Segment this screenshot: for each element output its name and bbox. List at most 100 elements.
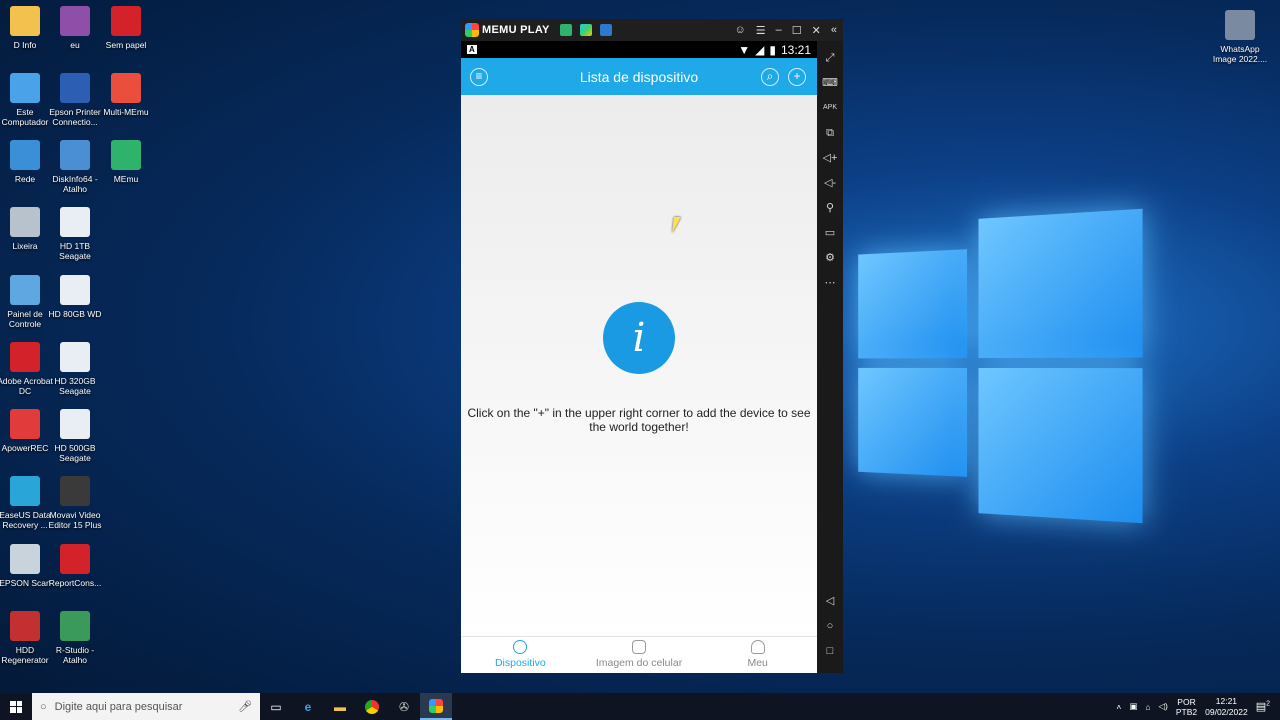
desktop-icon[interactable]: Movavi Video Editor 15 Plus (46, 476, 104, 530)
winrar-icon (60, 6, 90, 36)
memu-icon (111, 140, 141, 170)
desktop-icon[interactable]: Sem papel (97, 6, 155, 50)
memu-taskbar-icon[interactable] (420, 693, 452, 720)
desktop-icon-label: Epson Printer Connectio... (49, 107, 101, 127)
taskbar: ○ Digite aqui para pesquisar 🎤︎ ▭ e ▬ ✇ … (0, 693, 1280, 720)
volume-icon[interactable]: ◁) (1159, 701, 1168, 712)
easeus-icon (10, 476, 40, 506)
battery-icon: ▮ (769, 42, 776, 57)
tab-label: Dispositivo (494, 657, 546, 669)
desktop-icon[interactable]: DiskInfo64 - Atalho (46, 140, 104, 194)
tablet-icon (632, 640, 646, 654)
status-time: 13:21 (780, 42, 811, 57)
edge-icon[interactable]: e (292, 693, 324, 720)
signal-icon: ◢ (755, 42, 765, 57)
notification-center-icon[interactable]: ▤2 (1256, 700, 1270, 713)
folder-icon[interactable]: ▭ (822, 225, 838, 241)
recent-apps-icon[interactable]: □ (822, 643, 838, 659)
tab-dispositivo[interactable]: Dispositivo (461, 637, 580, 673)
memu-logo: MEMU PLAY (465, 23, 550, 37)
minimize-icon[interactable]: – (776, 24, 782, 37)
apk-icon[interactable]: APK (822, 100, 838, 116)
bottom-navigation: Dispositivo Imagem do celular Meu (461, 636, 817, 673)
maximize-icon[interactable]: ☐ (792, 24, 802, 37)
taskbar-clock[interactable]: 12:21 09/02/2022 (1205, 696, 1248, 718)
notification-a-icon: A (467, 45, 477, 54)
menu-icon[interactable]: ☰ (756, 24, 766, 37)
volume-down-icon[interactable]: ◁- (822, 175, 838, 191)
desktop-icon-label: eu (70, 40, 80, 50)
apowerrec-icon (10, 409, 40, 439)
emulator-titlebar[interactable]: MEMU PLAY ☺ ☰ – ☐ ✕ « (461, 19, 843, 41)
desktop-icon[interactable]: Multi-MEmu (97, 73, 155, 117)
chrome-icon[interactable] (356, 693, 388, 720)
running-app-icon[interactable] (599, 24, 612, 36)
tab-meu[interactable]: Meu (698, 637, 817, 673)
desktop-icon-label: R-Studio - Atalho (55, 645, 95, 665)
desktop-icon[interactable]: HD 1TB Seagate (46, 207, 104, 261)
multi-window-icon[interactable]: ⧉ (822, 125, 838, 141)
desktop-icon-label: WhatsApp Image 2022.... (1212, 44, 1268, 64)
more-icon[interactable]: ⋯ (822, 275, 838, 291)
tab-label: Imagem do celular (595, 657, 683, 669)
account-icon[interactable]: ☺ (735, 24, 746, 37)
android-status-bar: A ▼ ◢ ▮ 13:21 (461, 41, 817, 58)
fullscreen-icon[interactable]: ⤢ (822, 50, 838, 66)
start-button[interactable] (0, 693, 32, 720)
file-explorer-icon[interactable]: ▬ (324, 693, 356, 720)
desktop-icon[interactable]: eu (46, 6, 104, 50)
microphone-icon[interactable]: 🎤︎ (238, 700, 252, 713)
windows-icon (10, 700, 22, 713)
image-file-icon (1225, 10, 1255, 40)
wifi-icon: ▼ (738, 42, 751, 57)
network-icon (10, 140, 40, 170)
folder-user-icon (10, 6, 40, 36)
desktop-icon[interactable]: Epson Printer Connectio... (46, 73, 104, 127)
desktop-icon[interactable]: HD 80GB WD (46, 275, 104, 319)
pdf-icon (60, 544, 90, 574)
taskbar-search[interactable]: ○ Digite aqui para pesquisar 🎤︎ (32, 693, 260, 720)
play-store-icon[interactable] (579, 24, 592, 36)
desktop-icon[interactable]: HD 500GB Seagate (46, 409, 104, 463)
settings-icon[interactable]: ⚙ (822, 250, 838, 266)
tray-app-icon[interactable]: ▣ (1129, 701, 1137, 712)
search-icon[interactable]: ⌕ (761, 68, 779, 86)
device-list-empty: i Click on the "+" in the upper right co… (461, 95, 817, 636)
emulator-brand: MEMU PLAY (482, 24, 550, 36)
rstudio-icon (60, 611, 90, 641)
epson-printer-icon (60, 73, 90, 103)
recycle-bin-icon (10, 207, 40, 237)
desktop-icon[interactable]: R-Studio - Atalho (46, 611, 104, 665)
desktop-icon-label: DiskInfo64 - Atalho (52, 174, 98, 194)
android-app-icon[interactable] (559, 24, 572, 36)
desktop-icon[interactable]: ReportCons... (46, 544, 104, 588)
drive-icon (60, 275, 90, 305)
keyboard-icon[interactable]: ⌨ (822, 75, 838, 91)
tab-imagem-do-celular[interactable]: Imagem do celular (580, 637, 699, 673)
hdd-regenerator-icon (10, 611, 40, 641)
volume-up-icon[interactable]: ◁+ (822, 150, 838, 166)
add-device-button[interactable]: + (788, 68, 806, 86)
empty-state-message: Click on the "+" in the upper right corn… (467, 406, 811, 434)
location-icon[interactable]: ⚲ (822, 200, 838, 216)
desktop-icon[interactable]: HD 320GB Seagate (46, 342, 104, 396)
network-icon[interactable]: ⌂ (1145, 702, 1150, 712)
app-icon[interactable]: ✇ (388, 693, 420, 720)
home-icon[interactable]: ○ (822, 618, 838, 634)
emulator-toolbar: ⤢ ⌨ APK ⧉ ◁+ ◁- ⚲ ▭ ⚙ ⋯ ◁ ○ □ (817, 41, 843, 673)
task-view-icon[interactable]: ▭ (260, 693, 292, 720)
collapse-sidebar-icon[interactable]: « (831, 24, 837, 37)
memu-multi-icon (111, 73, 141, 103)
desktop-icon[interactable]: MEmu (97, 140, 155, 184)
memu-emulator-window: MEMU PLAY ☺ ☰ – ☐ ✕ « A ▼ ◢ ▮ 13:21 ≡ Li… (461, 19, 843, 673)
language-indicator[interactable]: POR PTB2 (1176, 697, 1197, 717)
acrobat-icon (10, 342, 40, 372)
memu-logo-icon (465, 23, 479, 37)
user-icon (750, 640, 765, 654)
close-icon[interactable]: ✕ (812, 24, 821, 37)
drive-icon (60, 342, 90, 372)
back-icon[interactable]: ◁ (822, 593, 838, 609)
tray-overflow-icon[interactable]: ˄ (1116, 702, 1121, 712)
desktop-icon-label: Sem papel (105, 40, 147, 50)
desktop-icon[interactable]: WhatsApp Image 2022.... (1211, 10, 1269, 64)
